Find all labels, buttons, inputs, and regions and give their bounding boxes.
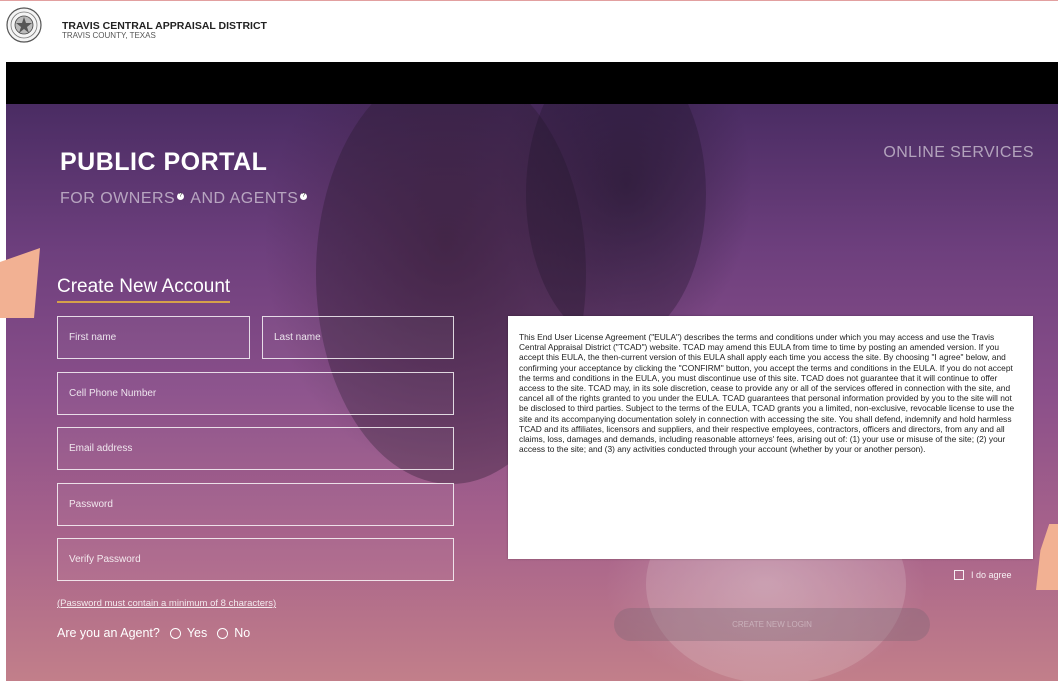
create-new-login-button[interactable]: CREATE NEW LOGIN [614, 608, 930, 641]
online-services-label: ONLINE SERVICES [883, 144, 1034, 161]
verify-password-input[interactable] [58, 539, 453, 580]
agent-question-label: Are you an Agent? [57, 626, 160, 640]
first-name-input[interactable] [58, 317, 249, 358]
email-field[interactable] [57, 427, 454, 470]
agent-no-radio[interactable] [217, 627, 229, 639]
agent-question-group: Are you an Agent? Yes No [57, 626, 250, 640]
first-name-field[interactable] [57, 316, 250, 359]
email-input[interactable] [58, 428, 453, 469]
county-seal-logo[interactable] [6, 7, 42, 43]
org-subtitle: TRAVIS COUNTY, TEXAS [62, 31, 156, 40]
last-name-field[interactable] [262, 316, 454, 359]
agree-label[interactable]: I do agree [971, 570, 1012, 580]
nav-bar [6, 62, 1058, 104]
site-header: TRAVIS CENTRAL APPRAISAL DISTRICT TRAVIS… [0, 0, 1058, 63]
owners-help-icon[interactable]: ? [177, 192, 185, 200]
page-title: PUBLIC PORTAL [60, 148, 268, 176]
agree-checkbox[interactable] [954, 570, 964, 580]
page-subtitle: FOR OWNERS? AND AGENTS? [60, 190, 309, 208]
subtitle-agents: AND AGENTS [186, 190, 299, 207]
phone-input[interactable] [58, 373, 453, 414]
password-requirement-note[interactable]: (Password must contain a minimum of 8 ch… [57, 598, 276, 609]
agent-yes-radio[interactable] [169, 627, 181, 639]
eula-text-box[interactable]: This End User License Agreement ("EULA")… [508, 316, 1033, 559]
agent-no-label[interactable]: No [234, 626, 250, 640]
phone-field[interactable] [57, 372, 454, 415]
agent-yes-label[interactable]: Yes [187, 626, 207, 640]
subtitle-owners: FOR OWNERS [60, 190, 176, 207]
last-name-input[interactable] [263, 317, 453, 358]
agree-checkbox-group[interactable]: I do agree [954, 570, 1012, 580]
hero-section: PUBLIC PORTAL FOR OWNERS? AND AGENTS? ON… [6, 104, 1058, 681]
password-field[interactable] [57, 483, 454, 526]
password-input[interactable] [58, 484, 453, 525]
form-title: Create New Account [57, 276, 231, 303]
agents-help-icon[interactable]: ? [300, 192, 308, 200]
verify-password-field[interactable] [57, 538, 454, 581]
